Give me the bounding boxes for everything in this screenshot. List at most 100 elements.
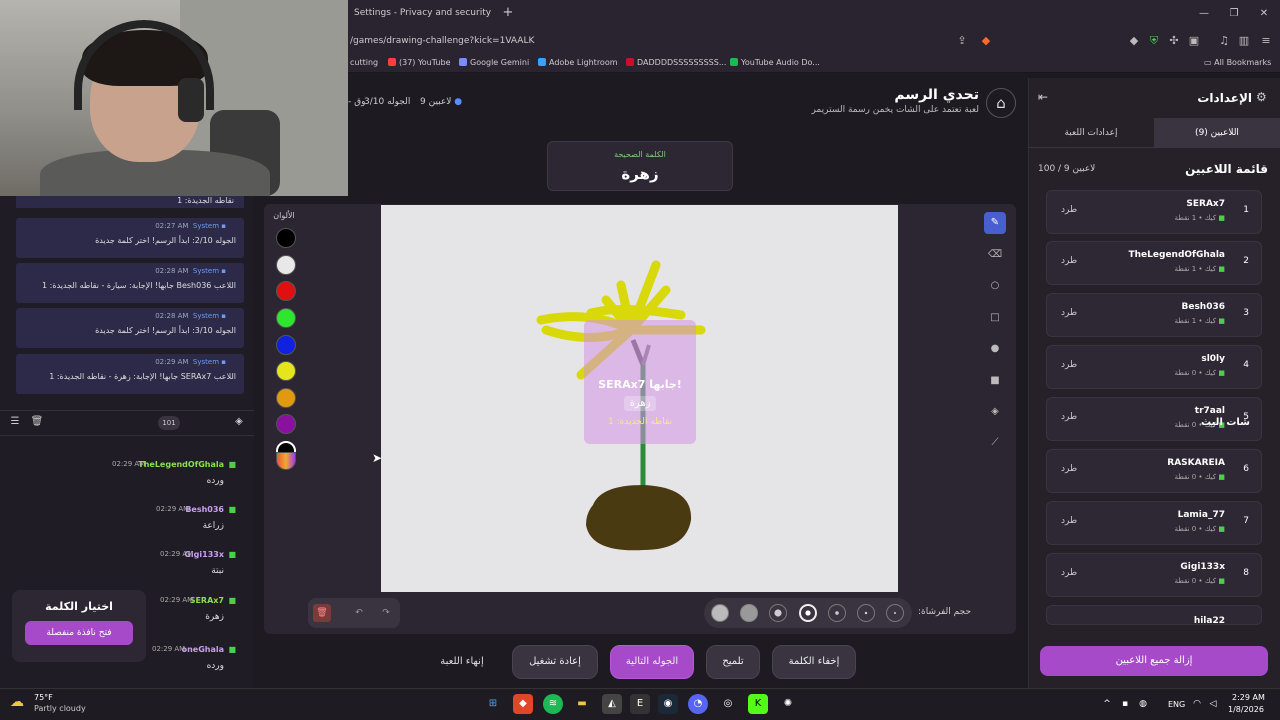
weather-desc: Partly cloudy	[34, 704, 86, 713]
puzzle-icon[interactable]: ✣	[1166, 33, 1182, 49]
menu-icon[interactable]: ≡	[1258, 33, 1274, 49]
kick-player-button[interactable]: طرد	[1061, 308, 1077, 318]
bookmark-cutting[interactable]: cutting	[350, 56, 378, 70]
color-swatch-orange[interactable]	[276, 388, 296, 408]
home-icon: ⌂	[996, 94, 1006, 112]
minimize-icon[interactable]: —	[1196, 6, 1212, 22]
undo-button[interactable]: ↶	[350, 604, 368, 622]
file-explorer-icon[interactable]: ▬	[572, 694, 592, 714]
brave-shield-icon[interactable]: ◆	[978, 33, 994, 49]
music-icon[interactable]: ♫	[1216, 33, 1232, 49]
collapse-panel-icon[interactable]: ⇤	[1038, 90, 1054, 106]
bookmark-gemini[interactable]: Google Gemini	[459, 56, 529, 70]
brush-size-md[interactable]	[769, 604, 787, 622]
fill-bucket-tool[interactable]: ◈	[984, 401, 1006, 423]
all-bookmarks[interactable]: ▭ All Bookmarks	[1204, 56, 1271, 70]
color-swatch-white[interactable]	[276, 255, 296, 275]
new-tab-icon[interactable]: +	[500, 5, 516, 21]
bookmark-youtube-audio[interactable]: YouTube Audio Do...	[730, 56, 820, 70]
sidebar-icon[interactable]: ▥	[1236, 33, 1252, 49]
color-swatch-blue[interactable]	[276, 335, 296, 355]
kick-player-button[interactable]: طرد	[1061, 360, 1077, 370]
remove-all-players-button[interactable]: إزالة جميع اللاعبين	[1040, 646, 1268, 676]
brush-size-xl[interactable]	[711, 604, 729, 622]
app-icon[interactable]: ◭	[602, 694, 622, 714]
webcam-overlay	[0, 0, 348, 196]
color-swatch-red[interactable]	[276, 281, 296, 301]
eraser-tool[interactable]: ⌫	[984, 244, 1006, 266]
tab-players[interactable]: اللاعبين (9)	[1154, 118, 1280, 148]
color-swatch-purple[interactable]	[276, 414, 296, 434]
pick-word-card: اختيار الكلمة فتح نافذة منفصلة	[12, 590, 146, 662]
brave-icon[interactable]: ◆	[513, 694, 533, 714]
trash-icon[interactable]: 🗑	[30, 416, 44, 430]
filled-circle-tool[interactable]: ●	[984, 338, 1006, 360]
url-field[interactable]: /games/drawing-challenge?kick=1VAALK	[348, 33, 988, 49]
home-button[interactable]: ⌂	[986, 88, 1016, 118]
language-indicator[interactable]: ENG	[1168, 700, 1185, 709]
clock-time[interactable]: 2:29 AM	[1232, 693, 1265, 702]
volume-icon[interactable]: ◁	[1206, 694, 1220, 714]
kick-player-button[interactable]: طرد	[1061, 256, 1077, 266]
kick-player-button[interactable]: طرد	[1061, 464, 1077, 474]
color-swatch-yellow[interactable]	[276, 361, 296, 381]
color-swatch-green[interactable]	[276, 308, 296, 328]
redo-button[interactable]: ↷	[377, 604, 395, 622]
kick-player-button[interactable]: طرد	[1061, 516, 1077, 526]
brush-size-selected[interactable]	[799, 604, 817, 622]
kick-player-button[interactable]: طرد	[1061, 568, 1077, 578]
tray-app2-icon[interactable]: ◍	[1136, 694, 1150, 714]
wallet-icon[interactable]: ▣	[1186, 33, 1202, 49]
color-swatch-black[interactable]	[276, 228, 296, 248]
clock-date[interactable]: 1/8/2026	[1228, 705, 1264, 714]
pencil-tool[interactable]: ✎	[984, 212, 1006, 234]
settings-title: الإعدادات	[1197, 91, 1252, 105]
kick-platform-icon: ■	[1218, 577, 1225, 585]
brush-size-lg[interactable]	[740, 604, 758, 622]
replay-button[interactable]: إعادة تشغيل	[512, 645, 598, 679]
bookmark-dad[interactable]: DADDDDSSSSSSSSS...	[626, 56, 726, 70]
hint-button[interactable]: تلميح	[706, 645, 760, 679]
epic-games-icon[interactable]: E	[630, 694, 650, 714]
vpn-icon[interactable]: ⛨	[1146, 33, 1162, 49]
wifi-icon[interactable]: ◠	[1190, 694, 1204, 714]
line-tool[interactable]: ⟋	[984, 432, 1006, 454]
bookmark-youtube[interactable]: (37) YouTube	[388, 56, 451, 70]
next-round-button[interactable]: الجوله التالية	[610, 645, 694, 679]
windows-start-icon[interactable]: ⊞	[483, 694, 503, 714]
browser-tab[interactable]: Settings - Privacy and security	[348, 3, 496, 25]
pencil-icon: ✎	[990, 217, 1000, 228]
weather-icon[interactable]: ☁	[10, 694, 28, 712]
brush-size-sm[interactable]	[828, 604, 846, 622]
tray-chevron-icon[interactable]: ^	[1100, 694, 1114, 714]
clear-canvas-button[interactable]: 🗑	[313, 604, 331, 622]
kick-player-button[interactable]: طرد	[1061, 412, 1077, 422]
player-points: ■ كيك • 1 نقطة	[1174, 317, 1225, 325]
player-index: 6	[1243, 464, 1249, 474]
spotify-icon[interactable]: ≋	[543, 694, 563, 714]
maximize-icon[interactable]: ❐	[1226, 6, 1242, 22]
discord-icon[interactable]: ◔	[688, 694, 708, 714]
bookmark-lightroom[interactable]: Adobe Lightroom	[538, 56, 618, 70]
tray-app-icon[interactable]: ▪	[1118, 694, 1132, 714]
filled-rectangle-tool[interactable]: ■	[984, 370, 1006, 392]
player-points: ■ كيك • 0 نقطة	[1174, 473, 1225, 481]
kick-player-button[interactable]: طرد	[1061, 205, 1077, 215]
header-extra: - وق	[348, 97, 366, 107]
kick-icon[interactable]: K	[748, 694, 768, 714]
open-popup-button[interactable]: فتح نافذة منفصلة	[25, 621, 133, 645]
rectangle-tool[interactable]: □	[984, 307, 1006, 329]
steam-icon[interactable]: ◉	[658, 694, 678, 714]
brush-size-xxs[interactable]	[886, 604, 904, 622]
chatgpt-icon[interactable]: ✺	[778, 694, 798, 714]
extension-icon[interactable]: ◆	[1126, 33, 1142, 49]
close-window-icon[interactable]: ✕	[1256, 6, 1272, 22]
circle-tool[interactable]: ○	[984, 275, 1006, 297]
list-toggle-icon[interactable]: ☰	[8, 416, 22, 430]
hide-word-button[interactable]: إخفاء الكلمة	[772, 645, 856, 679]
end-game-button[interactable]: إنهاء اللعبة	[430, 656, 494, 667]
brush-size-xs[interactable]	[857, 604, 875, 622]
obs-icon[interactable]: ◎	[718, 694, 738, 714]
tab-game-settings[interactable]: إعدادات اللعبة	[1028, 118, 1154, 148]
share-icon[interactable]: ⇪	[954, 33, 970, 49]
